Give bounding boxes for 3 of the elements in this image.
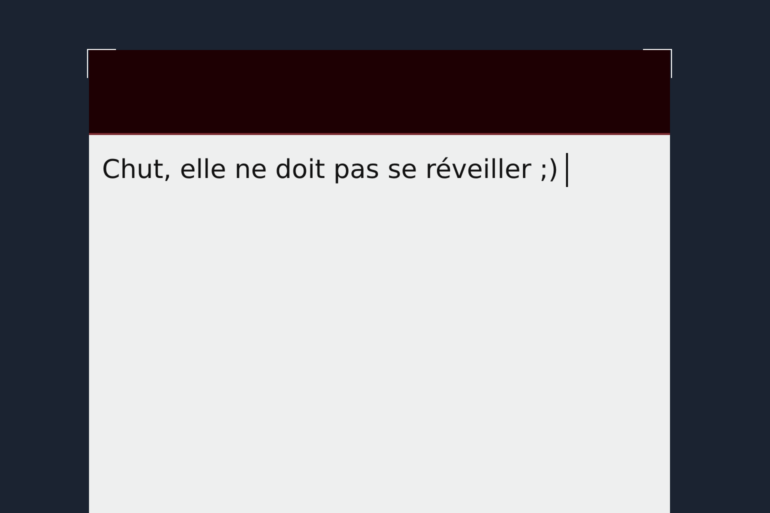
note-area[interactable]: Chut, elle ne doit pas se réveiller ;) [89, 135, 670, 513]
note-text: Chut, elle ne doit pas se réveiller ;) [102, 155, 558, 185]
text-caret [566, 153, 568, 187]
